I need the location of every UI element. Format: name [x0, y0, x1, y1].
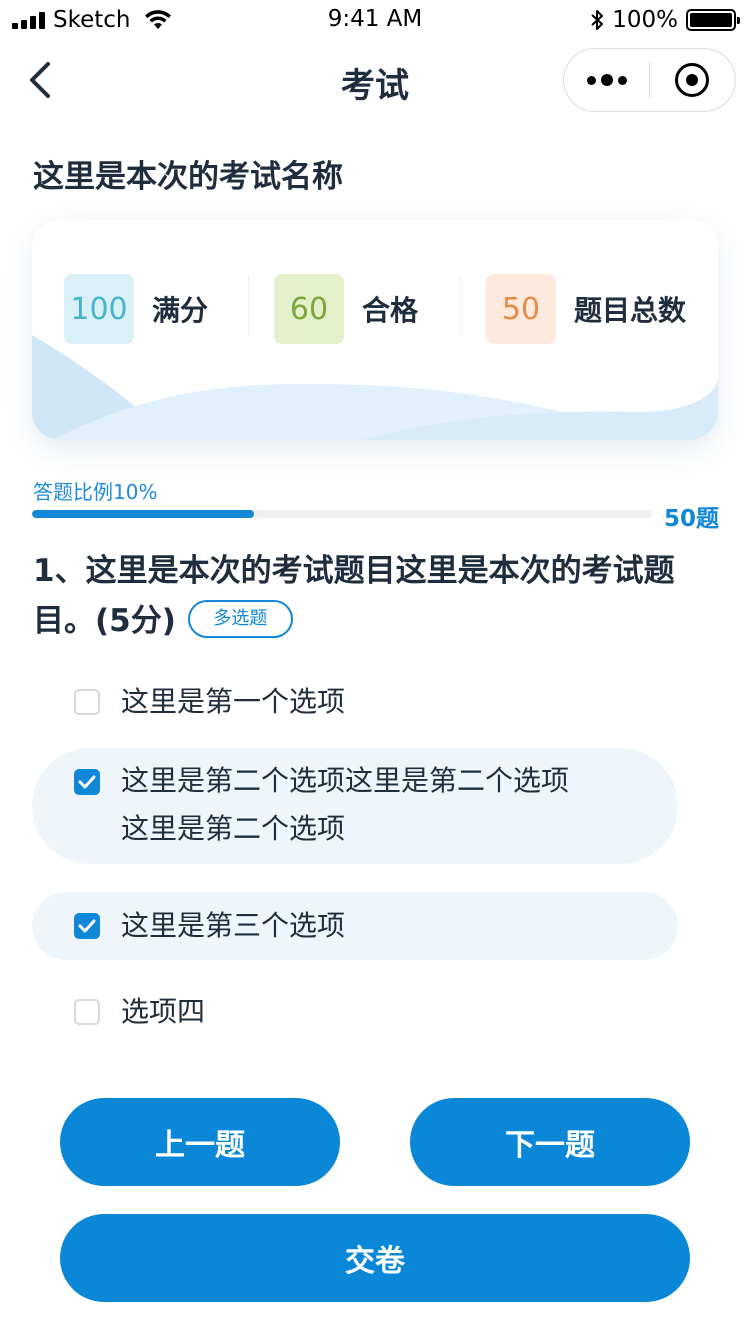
progress-bar — [32, 510, 652, 518]
next-question-button[interactable]: 下一题 — [410, 1098, 690, 1186]
submit-exam-button[interactable]: 交卷 — [60, 1214, 690, 1302]
stat-value: 100 — [64, 274, 134, 344]
progress-total: 50题 — [664, 506, 720, 532]
exam-name: 这里是本次的考试名称 — [33, 159, 343, 195]
stat-label: 合格 — [362, 294, 419, 327]
stat-total-questions: 50 题目总数 — [486, 274, 686, 344]
stat-value: 60 — [274, 274, 344, 344]
option-4[interactable]: 选项四 — [32, 980, 678, 1044]
option-text: 这里是第二个选项这里是第二个选项 这里是第二个选项 — [121, 757, 569, 853]
bluetooth-icon — [591, 10, 604, 30]
stat-value: 50 — [486, 274, 556, 344]
option-3[interactable]: 这里是第三个选项 — [32, 892, 678, 960]
question-text: 1、这里是本次的考试题目这里是本次的考试题目。(5分) — [33, 553, 675, 639]
stat-pass-score: 60 合格 — [274, 274, 418, 344]
progress-label: 答题比例10% — [33, 480, 158, 504]
option-line: 这里是第三个选项 — [121, 909, 346, 942]
stat-divider — [460, 276, 461, 336]
mini-program-capsule — [563, 48, 736, 112]
stat-full-score: 100 满分 — [64, 274, 208, 344]
battery-percent: 100% — [612, 7, 678, 33]
prev-question-button[interactable]: 上一题 — [60, 1098, 340, 1186]
battery-icon — [686, 9, 740, 31]
question: 1、这里是本次的考试题目这里是本次的考试题目。(5分) 多选题 — [33, 546, 713, 646]
checkbox-icon[interactable] — [74, 999, 100, 1025]
option-text: 选项四 — [121, 988, 205, 1036]
checkbox-checked-icon[interactable] — [74, 769, 100, 795]
stat-label: 满分 — [152, 294, 209, 327]
status-bar: Sketch 9:41 AM 100% — [0, 0, 750, 40]
option-line: 选项四 — [121, 995, 206, 1028]
stats-card: 100 满分 60 合格 50 题目总数 — [32, 220, 718, 440]
question-type-badge: 多选题 — [187, 599, 293, 638]
option-2[interactable]: 这里是第二个选项这里是第二个选项 这里是第二个选项 — [32, 748, 678, 864]
option-text: 这里是第一个选项 — [121, 678, 345, 726]
target-circle-icon[interactable] — [650, 48, 735, 112]
option-line: 这里是第二个选项 — [121, 812, 346, 845]
option-1[interactable]: 这里是第一个选项 — [32, 670, 678, 734]
stat-divider — [248, 276, 249, 336]
option-text: 这里是第三个选项 — [121, 902, 345, 950]
more-dots-icon[interactable] — [564, 48, 649, 112]
checkbox-icon[interactable] — [74, 689, 100, 715]
nav-bar: 考试 — [0, 40, 750, 120]
status-right: 100% — [590, 7, 740, 33]
stat-label: 题目总数 — [574, 294, 687, 327]
checkbox-checked-icon[interactable] — [74, 913, 100, 939]
option-line: 这里是第二个选项这里是第二个选项 — [121, 764, 570, 797]
progress-fill — [32, 510, 254, 518]
option-line: 这里是第一个选项 — [121, 685, 346, 718]
